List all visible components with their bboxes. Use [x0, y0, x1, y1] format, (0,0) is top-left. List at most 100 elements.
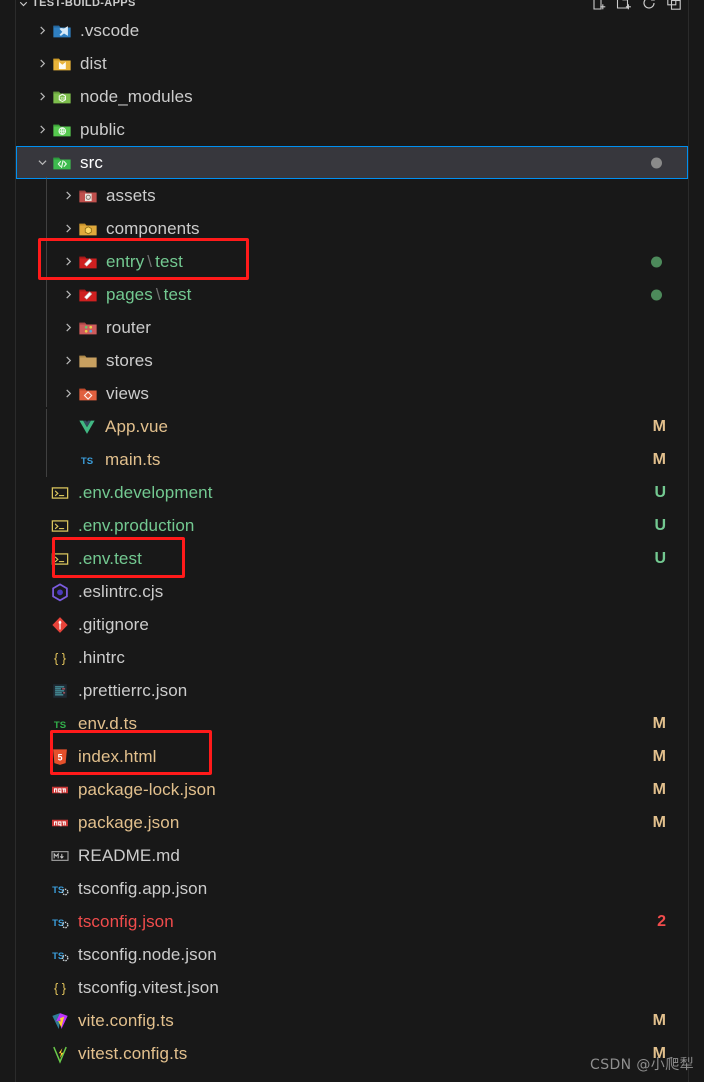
tree-file-row[interactable]: TS main.ts M — [16, 443, 688, 476]
vue-file-icon — [76, 416, 98, 438]
env-file-icon — [49, 515, 71, 537]
git-file-icon — [49, 614, 71, 636]
chevron-right-icon[interactable] — [34, 47, 51, 80]
status-badge: M — [652, 1011, 666, 1029]
chevron-right-icon[interactable] — [34, 14, 51, 47]
tree-item-label: index.html — [78, 747, 157, 766]
tree-folder-row[interactable]: entry \ test — [16, 245, 688, 278]
chevron-right-icon[interactable] — [60, 278, 77, 311]
tree-file-row[interactable]: .gitignore — [16, 608, 688, 641]
chevron-down-icon[interactable] — [16, 0, 30, 10]
tree-item-label: .env.development — [78, 483, 213, 502]
dist-folder-icon — [51, 53, 73, 75]
explorer-actions — [591, 0, 688, 11]
status-badge: M — [652, 813, 666, 831]
tree-folder-row[interactable]: .vscode — [16, 14, 688, 47]
tree-item-label: .prettierrc.json — [78, 681, 188, 700]
tree-file-row[interactable]: TS tsconfig.app.json — [16, 872, 688, 905]
tree-file-row[interactable]: TS tsconfig.node.json — [16, 938, 688, 971]
tree-file-row[interactable]: README.md — [16, 839, 688, 872]
refresh-icon[interactable] — [641, 0, 657, 11]
gray-status-dot — [651, 157, 662, 168]
tsconfig-file-icon: TS — [49, 911, 71, 933]
tree-file-row[interactable]: .prettierrc.json — [16, 674, 688, 707]
tree-file-row[interactable]: TS tsconfig.json 2 — [16, 905, 688, 938]
tree-file-row[interactable]: App.vue M — [16, 410, 688, 443]
chevron-right-icon[interactable] — [60, 344, 77, 377]
vite-file-icon — [49, 1010, 71, 1032]
watermark: CSDN @小爬犁 — [590, 1057, 694, 1073]
collapse-all-icon[interactable] — [666, 0, 682, 11]
chevron-right-icon[interactable] — [34, 113, 51, 146]
tree-item-label: .env.production — [78, 516, 195, 535]
tree-file-row[interactable]: vitest.config.ts M — [16, 1037, 688, 1070]
chevron-right-icon[interactable] — [60, 245, 77, 278]
tree-folder-row[interactable]: dist — [16, 47, 688, 80]
tree-item-suffix: test — [163, 285, 192, 304]
new-folder-icon[interactable] — [616, 0, 632, 11]
tree-file-row[interactable]: 5 index.html M — [16, 740, 688, 773]
views-folder-icon — [77, 383, 99, 405]
tree-item-label: components — [106, 219, 200, 238]
tree-folder-row[interactable]: pages \ test — [16, 278, 688, 311]
tree-file-row[interactable]: TS env.d.ts M — [16, 707, 688, 740]
tree-file-row[interactable]: package-lock.json M — [16, 773, 688, 806]
test-folder-icon — [77, 251, 99, 273]
tree-folder-row[interactable]: views — [16, 377, 688, 410]
green-status-dot — [651, 289, 662, 300]
tree-item-label: views — [106, 384, 150, 403]
chevron-right-icon[interactable] — [60, 212, 77, 245]
tree-item-separator: \ — [147, 252, 153, 271]
svg-text:TS: TS — [81, 456, 93, 467]
tree-file-row[interactable]: vite.config.ts M — [16, 1004, 688, 1037]
tree-file-row[interactable]: package.json M — [16, 806, 688, 839]
tree-folder-row[interactable]: router — [16, 311, 688, 344]
html5-file-icon: 5 — [49, 746, 71, 768]
chevron-right-icon[interactable] — [60, 377, 77, 410]
status-badge: U — [654, 516, 666, 534]
vscode-folder-icon — [51, 20, 73, 42]
tree-item-label: main.ts — [105, 450, 161, 469]
explorer-section-header[interactable]: TEST-BUILD-APPS — [16, 0, 688, 14]
svg-text:TS: TS — [52, 918, 64, 929]
new-file-icon[interactable] — [591, 0, 607, 11]
file-tree[interactable]: .vscode dist JS node_modules public src assets… — [16, 14, 688, 1070]
tree-folder-row[interactable]: public — [16, 113, 688, 146]
tree-file-row[interactable]: .eslintrc.cjs — [16, 575, 688, 608]
status-badge: 2 — [657, 912, 666, 930]
chevron-down-icon[interactable] — [34, 146, 51, 179]
tree-folder-row[interactable]: assets — [16, 179, 688, 212]
tree-file-row[interactable]: { } .hintrc — [16, 641, 688, 674]
chevron-right-icon[interactable] — [60, 311, 77, 344]
tree-folder-row[interactable]: src — [16, 146, 688, 179]
chevron-right-icon[interactable] — [60, 179, 77, 212]
tree-item-label: tsconfig.vitest.json — [78, 978, 219, 997]
tree-folder-row[interactable]: JS node_modules — [16, 80, 688, 113]
vitest-file-icon — [49, 1043, 71, 1065]
chevron-right-icon[interactable] — [34, 80, 51, 113]
tree-item-label: package.json — [78, 813, 180, 832]
activity-bar-edge — [0, 0, 15, 1082]
tree-folder-row[interactable]: stores — [16, 344, 688, 377]
tree-file-row[interactable]: .env.test U — [16, 542, 688, 575]
tree-item-label: stores — [106, 351, 153, 370]
tree-file-row[interactable]: .env.production U — [16, 509, 688, 542]
tree-file-row[interactable]: { } tsconfig.vitest.json — [16, 971, 688, 1004]
tree-item-label: assets — [106, 186, 156, 205]
tree-item-label: tsconfig.json — [78, 912, 174, 931]
tree-folder-row[interactable]: components — [16, 212, 688, 245]
tree-file-row[interactable]: .env.development U — [16, 476, 688, 509]
